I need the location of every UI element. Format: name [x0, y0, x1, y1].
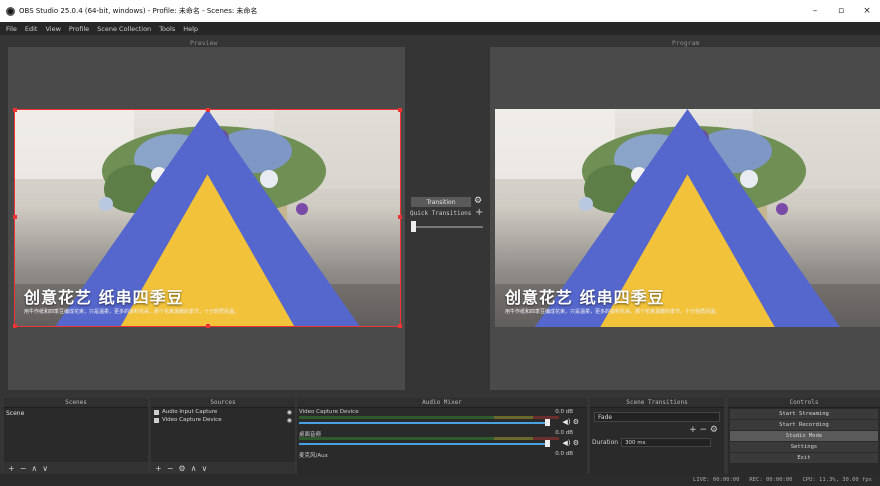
- exit-button[interactable]: Exit: [730, 453, 878, 463]
- camera-icon: [154, 417, 159, 423]
- controls-header: Controls: [728, 398, 880, 408]
- mixer-track: 桌面音频 0.0 dB ◀) ⚙: [297, 429, 587, 450]
- mixer-track-db: 0.0 dB: [555, 451, 573, 457]
- program-overlay-subtitle: 用牛作纸和四季豆编成花束，只是温柔，更多的染料花朵，那个花束温暖的季节，十分轻质…: [505, 309, 721, 315]
- title-bar: OBS Studio 25.0.4 (64-bit, windows) - Pr…: [0, 0, 880, 22]
- mixer-track: 麦克风/Aux 0.0 dB: [297, 450, 587, 471]
- duration-label: Duration: [592, 439, 619, 446]
- close-button[interactable]: ×: [854, 0, 880, 22]
- scenes-toolbar: + − ∧ ∨: [4, 462, 148, 474]
- volume-slider-handle[interactable]: [545, 440, 550, 447]
- transition-button[interactable]: Transition: [411, 197, 471, 207]
- audio-mixer-dock: Audio Mixer Video Capture Device 0.0 dB …: [297, 398, 587, 474]
- program-overlay-title: 创意花艺 纸串四季豆: [505, 288, 665, 307]
- minimize-button[interactable]: –: [802, 0, 828, 22]
- arrow-up-icon[interactable]: ∧: [31, 464, 37, 473]
- studio-mode-button[interactable]: Studio Mode: [730, 431, 878, 441]
- plus-icon[interactable]: +: [689, 425, 697, 435]
- volume-meter: [299, 416, 559, 419]
- gear-icon[interactable]: ⚙: [178, 464, 185, 473]
- scene-transitions-header: Scene Transitions: [590, 398, 724, 408]
- transition-actions: + − ⚙: [590, 425, 724, 436]
- controls-dock: Controls Start Streaming Start Recording…: [728, 398, 880, 474]
- preview-overlay-subtitle: 用牛作纸和四季豆编成花束，只是温柔，更多的染料花朵，那个花束温暖的季节，十分轻质…: [24, 309, 240, 315]
- window-title: OBS Studio 25.0.4 (64-bit, windows) - Pr…: [19, 7, 258, 15]
- plus-icon[interactable]: +: [475, 207, 483, 218]
- mixer-track-db: 0.0 dB: [555, 430, 573, 436]
- obs-window: OBS Studio 25.0.4 (64-bit, windows) - Pr…: [0, 0, 880, 486]
- menu-profile[interactable]: Profile: [69, 25, 89, 33]
- plus-icon[interactable]: +: [155, 464, 162, 473]
- preview-overlay-title: 创意花艺 纸串四季豆: [24, 288, 184, 307]
- source-list-item[interactable]: Video Capture Device ◉: [151, 416, 295, 424]
- gear-icon[interactable]: ⚙: [474, 196, 482, 206]
- program-pane: 创意花艺 纸串四季豆 用牛作纸和四季豆编成花束，只是温柔，更多的染料花朵，那个花…: [490, 47, 880, 390]
- menu-scene-collection[interactable]: Scene Collection: [97, 25, 151, 33]
- menu-edit[interactable]: Edit: [25, 25, 38, 33]
- volume-slider[interactable]: [299, 422, 547, 424]
- maximize-button[interactable]: ▫: [828, 0, 854, 22]
- preview-label: Preview: [190, 39, 218, 47]
- source-label: Audio Input Capture: [162, 409, 218, 415]
- speaker-icon[interactable]: ◀) ⚙: [562, 439, 579, 447]
- minus-icon[interactable]: −: [167, 464, 174, 473]
- tbar-track[interactable]: [411, 226, 483, 228]
- duration-row: Duration 300 ms: [590, 438, 724, 447]
- menu-bar: File Edit View Profile Scene Collection …: [0, 22, 880, 35]
- volume-slider-handle[interactable]: [545, 419, 550, 426]
- menu-help[interactable]: Help: [183, 25, 198, 33]
- window-controls: – ▫ ×: [802, 0, 880, 22]
- sources-header: Sources: [151, 398, 295, 408]
- live-timer: LIVE: 00:00:00: [693, 477, 740, 483]
- mixer-track-name: Video Capture Device: [299, 409, 359, 415]
- minus-icon[interactable]: −: [20, 464, 27, 473]
- program-scene-image: 创意花艺 纸串四季豆 用牛作纸和四季豆编成花束，只是温柔，更多的染料花朵，那个花…: [495, 109, 880, 327]
- quick-transitions-label: Quick Transitions: [410, 210, 472, 217]
- plus-icon[interactable]: +: [8, 464, 15, 473]
- rec-timer: REC: 00:00:00: [749, 477, 793, 483]
- eye-icon[interactable]: ◉: [287, 409, 292, 416]
- minus-icon[interactable]: −: [700, 425, 708, 435]
- eye-icon[interactable]: ◉: [287, 417, 292, 424]
- volume-meter: [299, 437, 559, 440]
- audio-mixer-header: Audio Mixer: [297, 398, 587, 408]
- mixer-track: Video Capture Device 0.0 dB ◀) ⚙: [297, 408, 587, 429]
- source-label: Video Capture Device: [162, 417, 222, 423]
- source-list-item[interactable]: Audio Input Capture ◉: [151, 408, 295, 416]
- speaker-icon[interactable]: ◀) ⚙: [562, 418, 579, 426]
- transition-select[interactable]: Fade: [594, 412, 720, 422]
- scene-transitions-dock: Scene Transitions Fade + − ⚙ Duration 30…: [590, 398, 724, 474]
- mixer-track-name: 麦克风/Aux: [299, 453, 328, 459]
- gear-icon[interactable]: ⚙: [710, 425, 718, 435]
- start-streaming-button[interactable]: Start Streaming: [730, 409, 878, 419]
- program-label: Program: [672, 39, 700, 47]
- tbar-handle[interactable]: [411, 221, 416, 232]
- microphone-icon: [154, 409, 159, 415]
- start-recording-button[interactable]: Start Recording: [730, 420, 878, 430]
- arrow-down-icon[interactable]: ∨: [201, 464, 207, 473]
- sources-toolbar: + − ⚙ ∧ ∨: [151, 462, 295, 474]
- sources-dock: Sources Audio Input Capture ◉ Video Capt…: [151, 398, 295, 474]
- preview-pane[interactable]: 创意花艺 纸串四季豆 用牛作纸和四季豆编成花束，只是温柔，更多的染料花朵，那个花…: [8, 47, 405, 390]
- duration-input[interactable]: 300 ms: [621, 438, 712, 447]
- scene-list-item[interactable]: Scene: [4, 408, 148, 418]
- scenes-dock: Scenes Scene + − ∧ ∨: [4, 398, 148, 474]
- menu-tools[interactable]: Tools: [159, 25, 175, 33]
- obs-logo-icon: [6, 6, 15, 16]
- volume-slider[interactable]: [299, 443, 547, 445]
- arrow-up-icon[interactable]: ∧: [191, 464, 197, 473]
- arrow-down-icon[interactable]: ∨: [42, 464, 48, 473]
- status-bar: LIVE: 00:00:00 REC: 00:00:00 CPU: 11.3%,…: [0, 474, 880, 486]
- menu-view[interactable]: View: [45, 25, 60, 33]
- preview-scene-image[interactable]: 创意花艺 纸串四季豆 用牛作纸和四季豆编成花束，只是温柔，更多的染料花朵，那个花…: [14, 109, 401, 327]
- scenes-header: Scenes: [4, 398, 148, 408]
- mixer-track-db: 0.0 dB: [555, 409, 573, 415]
- settings-button[interactable]: Settings: [730, 442, 878, 452]
- cpu-status: CPU: 11.3%, 30.00 fps: [802, 477, 872, 483]
- menu-file[interactable]: File: [6, 25, 17, 33]
